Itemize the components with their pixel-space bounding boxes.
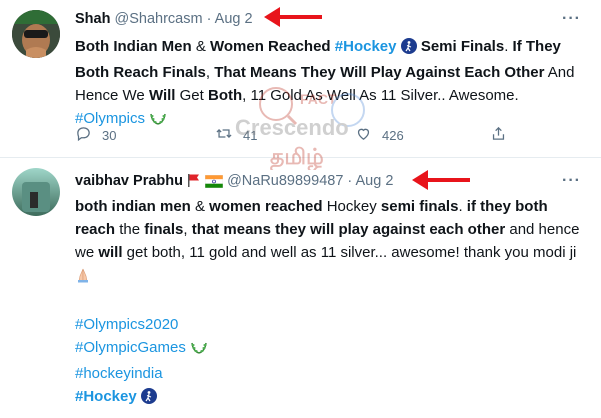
text-segment: And [544,64,575,81]
reply-icon [75,125,92,145]
tweet-actions: 30 41 426 [75,125,505,145]
text-segment: if they both [466,198,548,215]
text-segment: Women Reached [210,38,331,55]
reply-count: 30 [102,127,117,143]
folded-hands-icon [75,267,91,290]
text-segment: , [183,221,192,238]
retweet-button[interactable]: 41 [215,125,257,145]
hockey-emoji-icon [400,38,417,61]
text-segment: and hence [505,221,580,238]
retweet-icon [215,125,233,145]
more-options-icon[interactable]: ··· [562,10,581,28]
tweet-text: Both Indian Men & Women Reached #Hockey … [75,35,595,133]
reply-button[interactable]: 30 [75,125,116,145]
like-count: 426 [382,127,404,143]
text-segment: & [190,198,210,215]
text-segment: Hockey [322,198,381,215]
hashtag-link[interactable]: #OlympicGames [75,339,186,356]
user-handle[interactable]: @Shahrcasm [114,11,202,27]
tweet-date[interactable]: Aug 2 [215,11,253,27]
text-segment: . [458,198,467,215]
hashtag-link[interactable]: #hockeyindia [75,365,163,382]
text-segment: that means they will play against each o… [191,221,506,238]
olympics-laurel-icon [190,339,208,362]
display-name[interactable]: vaibhav Prabhu [75,173,183,189]
user-handle[interactable]: @NaRu89899487 [227,173,343,189]
retweet-count: 41 [243,127,258,143]
text-segment: both indian men [75,198,191,215]
hashtag-link[interactable]: #Hockey [335,38,397,55]
text-segment: women reached [209,198,323,215]
text-segment: If They [512,38,561,55]
hockey-emoji-icon [140,388,157,411]
text-segment: finals [144,221,184,238]
tweet-date[interactable]: Aug 2 [356,173,394,189]
tweet-text: both indian men & women reached Hockey s… [75,195,595,411]
share-icon [490,125,507,145]
heart-icon [355,125,372,145]
display-name[interactable]: Shah [75,11,110,27]
red-arrow-annotation [264,7,322,27]
text-segment: Both Reach Finals [75,64,206,81]
text-segment: & [191,38,210,55]
text-segment: . [504,38,513,55]
india-flag-icon [204,174,224,192]
tweet-header: Shah @Shahrcasm · Aug 2 [75,11,253,27]
text-segment: reach [75,221,116,238]
text-segment: the [115,221,145,238]
text-segment: Both Indian Men [75,38,192,55]
hashtag-link[interactable]: #Hockey [75,388,137,405]
like-button[interactable]: 426 [355,125,404,145]
avatar[interactable] [12,10,60,58]
text-segment: That Means They Will Play Against Each O… [214,64,545,81]
share-button[interactable] [490,125,507,145]
red-flag-icon [187,173,201,192]
text-segment: get both, 11 gold and well as 11 silver.… [122,244,577,261]
text-segment: we [75,244,99,261]
text-segment: Hence We [75,87,149,104]
more-options-icon[interactable]: ··· [562,172,581,190]
separator: · [206,11,212,27]
text-segment: Both [207,87,243,104]
text-segment: , [205,64,215,81]
hashtag-link[interactable]: #Olympics2020 [75,316,178,333]
text-segment: will [98,244,123,261]
text-segment: semi finals [380,198,459,215]
text-segment: Will [148,87,176,104]
text-segment: Get [175,87,208,104]
avatar[interactable] [12,168,60,216]
text-segment: , 11 Gold As Well As 11 Silver.. Awesome… [242,87,519,104]
red-arrow-annotation [412,170,470,190]
tweet-header: vaibhav Prabhu @NaRu89899487 · Aug 2 [75,173,393,192]
separator: · [347,173,353,189]
text-segment: Semi Finals [416,38,505,55]
